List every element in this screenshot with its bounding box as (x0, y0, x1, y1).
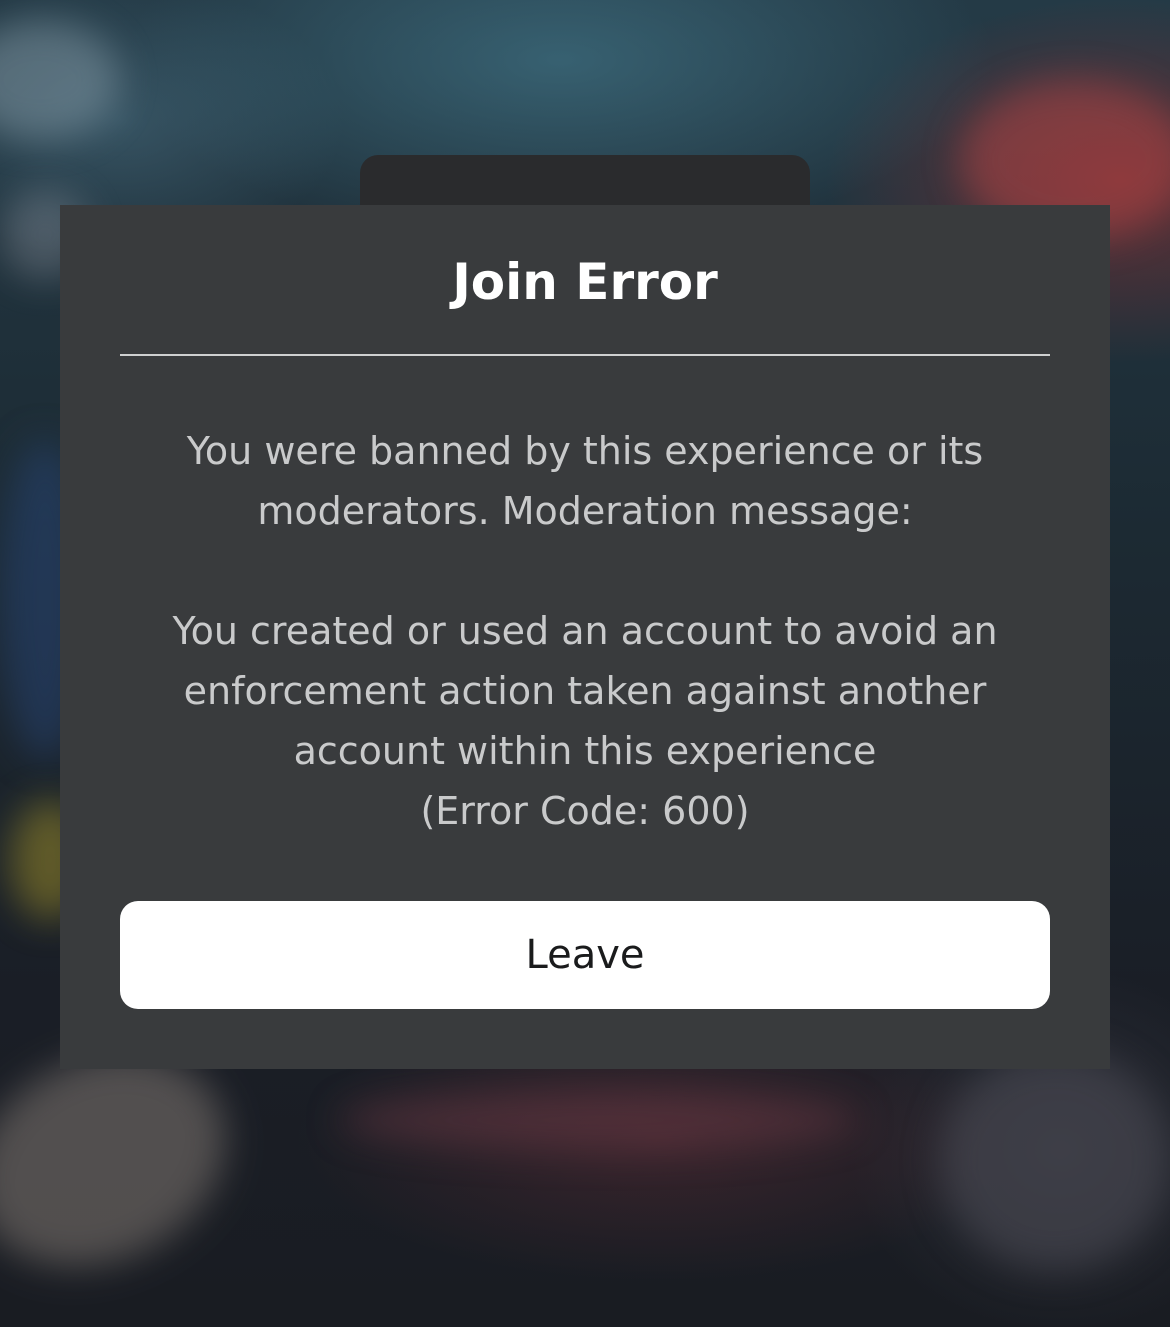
background-shape (0, 20, 120, 140)
dialog-title: Join Error (452, 253, 718, 311)
title-divider (120, 354, 1050, 356)
leave-button[interactable]: Leave (120, 901, 1050, 1009)
ban-message: You were banned by this experience or it… (186, 429, 984, 533)
moderation-reason: You created or used an account to avoid … (172, 609, 998, 773)
error-code: (Error Code: 600) (420, 789, 750, 833)
background-shape (940, 1050, 1170, 1270)
background-shape (340, 1090, 860, 1150)
